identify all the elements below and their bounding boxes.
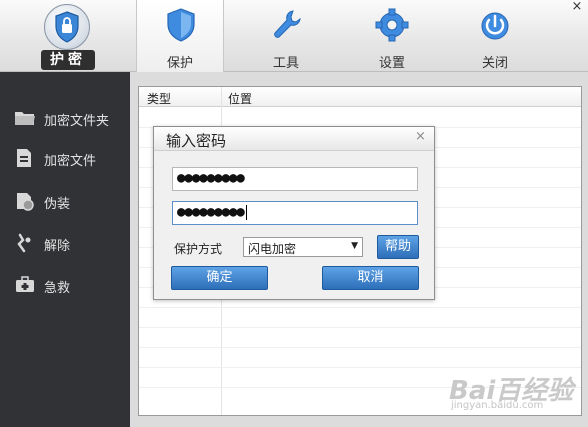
tab-protect[interactable]: 保护 xyxy=(136,0,224,72)
sidebar-item-label: 伪装 xyxy=(44,197,71,212)
tab-close-label: 关闭 xyxy=(481,56,508,71)
table-row-line xyxy=(139,367,581,368)
app-logo: 护密 xyxy=(0,0,136,72)
shield-icon xyxy=(163,6,199,44)
tab-settings-label: 设置 xyxy=(378,56,405,71)
sidebar-item-encrypt-file[interactable]: 加密文件 xyxy=(0,142,130,174)
help-button[interactable]: 帮助 xyxy=(377,235,419,259)
protect-mode-select[interactable]: 闪电加密 ▼ xyxy=(243,237,363,257)
sidebar-item-encrypt-folder[interactable]: 加密文件夹 xyxy=(0,102,130,134)
unlock-icon xyxy=(14,233,36,253)
folder-icon xyxy=(14,108,36,128)
column-header-type[interactable]: 类型 xyxy=(147,90,171,107)
tab-tools[interactable]: 工具 xyxy=(242,0,330,72)
first-aid-icon xyxy=(14,275,36,295)
file-icon xyxy=(14,148,36,168)
sidebar: 加密文件夹 加密文件 伪装 解除 急救 xyxy=(0,72,130,427)
password-value: ●●●●●●●●● xyxy=(177,170,245,186)
cancel-button[interactable]: 取消 xyxy=(322,266,419,290)
logo-shield-icon xyxy=(44,4,90,50)
wrench-icon xyxy=(268,6,304,44)
tab-protect-label: 保护 xyxy=(166,56,193,71)
chevron-down-icon: ▼ xyxy=(351,241,358,251)
tab-tools-label: 工具 xyxy=(272,56,299,71)
top-toolbar: 护密 保护 工具 设置 关闭 × xyxy=(0,0,588,72)
tab-close[interactable]: 关闭 xyxy=(451,0,539,72)
protect-mode-value: 闪电加密 xyxy=(248,242,297,256)
sidebar-item-label: 加密文件 xyxy=(44,154,97,169)
protect-mode-label: 保护方式 xyxy=(174,242,223,256)
table-row-line xyxy=(139,327,581,328)
watermark-url: jingyan.baidu.com xyxy=(451,400,544,411)
password-dialog: 输入密码 × ●●●●●●●●● ●●●●●●●●● 保护方式 闪电加密 ▼ 帮… xyxy=(153,126,435,300)
table-header: 类型 位置 xyxy=(139,87,581,107)
sidebar-item-remove[interactable]: 解除 xyxy=(0,227,130,259)
table-row-line xyxy=(139,347,581,348)
sidebar-item-label: 解除 xyxy=(44,239,71,254)
password-field[interactable]: ●●●●●●●●● xyxy=(172,167,418,191)
text-caret xyxy=(245,204,247,220)
sidebar-item-disguise[interactable]: 伪装 xyxy=(0,185,130,217)
power-icon xyxy=(477,6,513,44)
watermark: Bai百经验 jingyan.baidu.com xyxy=(449,370,585,414)
column-header-location[interactable]: 位置 xyxy=(228,90,252,107)
dialog-titlebar: 输入密码 × xyxy=(154,127,434,151)
table-row-line xyxy=(139,307,581,308)
ok-button[interactable]: 确定 xyxy=(171,266,268,290)
confirm-password-field[interactable]: ●●●●●●●●● xyxy=(172,201,418,225)
sidebar-item-first-aid[interactable]: 急救 xyxy=(0,269,130,301)
dialog-title: 输入密码 xyxy=(166,132,227,150)
confirm-password-value: ●●●●●●●●● xyxy=(177,204,245,220)
disguise-icon xyxy=(14,191,36,211)
gear-icon xyxy=(374,6,410,44)
logo-label: 护密 xyxy=(41,50,95,70)
window-close-button[interactable]: × xyxy=(567,0,587,16)
sidebar-item-label: 急救 xyxy=(44,281,71,296)
tab-settings[interactable]: 设置 xyxy=(348,0,436,72)
dialog-close-button[interactable]: × xyxy=(415,129,426,144)
sidebar-item-label: 加密文件夹 xyxy=(44,114,110,129)
